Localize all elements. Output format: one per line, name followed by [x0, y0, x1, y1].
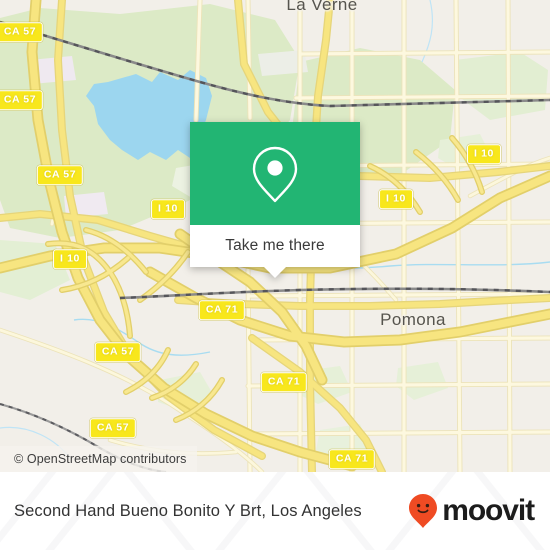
place-label-la-verne: La Verne	[286, 0, 358, 14]
road-shield-ca-57[interactable]: CA 57	[0, 90, 44, 110]
road-shield-ca-57[interactable]: CA 57	[36, 165, 84, 185]
road-shield-ca-57[interactable]: CA 57	[94, 342, 142, 362]
road-shield-i-10[interactable]: I 10	[151, 199, 185, 219]
location-popup-card[interactable]: Take me there	[190, 122, 360, 278]
moovit-smiling-pin-icon	[409, 494, 438, 528]
road-shield-ca-71[interactable]: CA 71	[198, 300, 246, 320]
location-title: Second Hand Bueno Bonito Y Brt, Los Ange…	[14, 501, 362, 520]
popup-icon-area	[190, 122, 360, 225]
popup-action-area[interactable]: Take me there	[190, 225, 360, 278]
road-shield-i-10[interactable]: I 10	[379, 189, 413, 209]
moovit-map-screenshot: La Verne Pomona CA 57 CA 57 CA 57 CA 57 …	[0, 0, 550, 550]
map-canvas[interactable]: La Verne Pomona CA 57 CA 57 CA 57 CA 57 …	[0, 0, 550, 472]
map-pin-icon	[252, 146, 298, 202]
osm-attribution[interactable]: © OpenStreetMap contributors	[0, 446, 197, 472]
osm-attribution-text: © OpenStreetMap contributors	[14, 452, 187, 466]
road-shield-ca-71[interactable]: CA 71	[260, 372, 308, 392]
road-shield-i-10[interactable]: I 10	[53, 249, 87, 269]
take-me-there-button[interactable]: Take me there	[225, 237, 325, 255]
road-shield-ca-71[interactable]: CA 71	[328, 449, 376, 469]
popup-tail	[264, 267, 286, 278]
footer-content: Second Hand Bueno Bonito Y Brt, Los Ange…	[0, 472, 550, 550]
moovit-brand[interactable]: moovit	[408, 493, 535, 529]
footer-bar: Second Hand Bueno Bonito Y Brt, Los Ange…	[0, 472, 550, 550]
moovit-wordmark: moovit	[442, 494, 535, 527]
road-shield-ca-57[interactable]: CA 57	[0, 22, 44, 42]
place-label-pomona: Pomona	[380, 310, 446, 329]
road-shield-ca-57[interactable]: CA 57	[89, 418, 137, 438]
road-shield-i-10[interactable]: I 10	[467, 144, 501, 164]
